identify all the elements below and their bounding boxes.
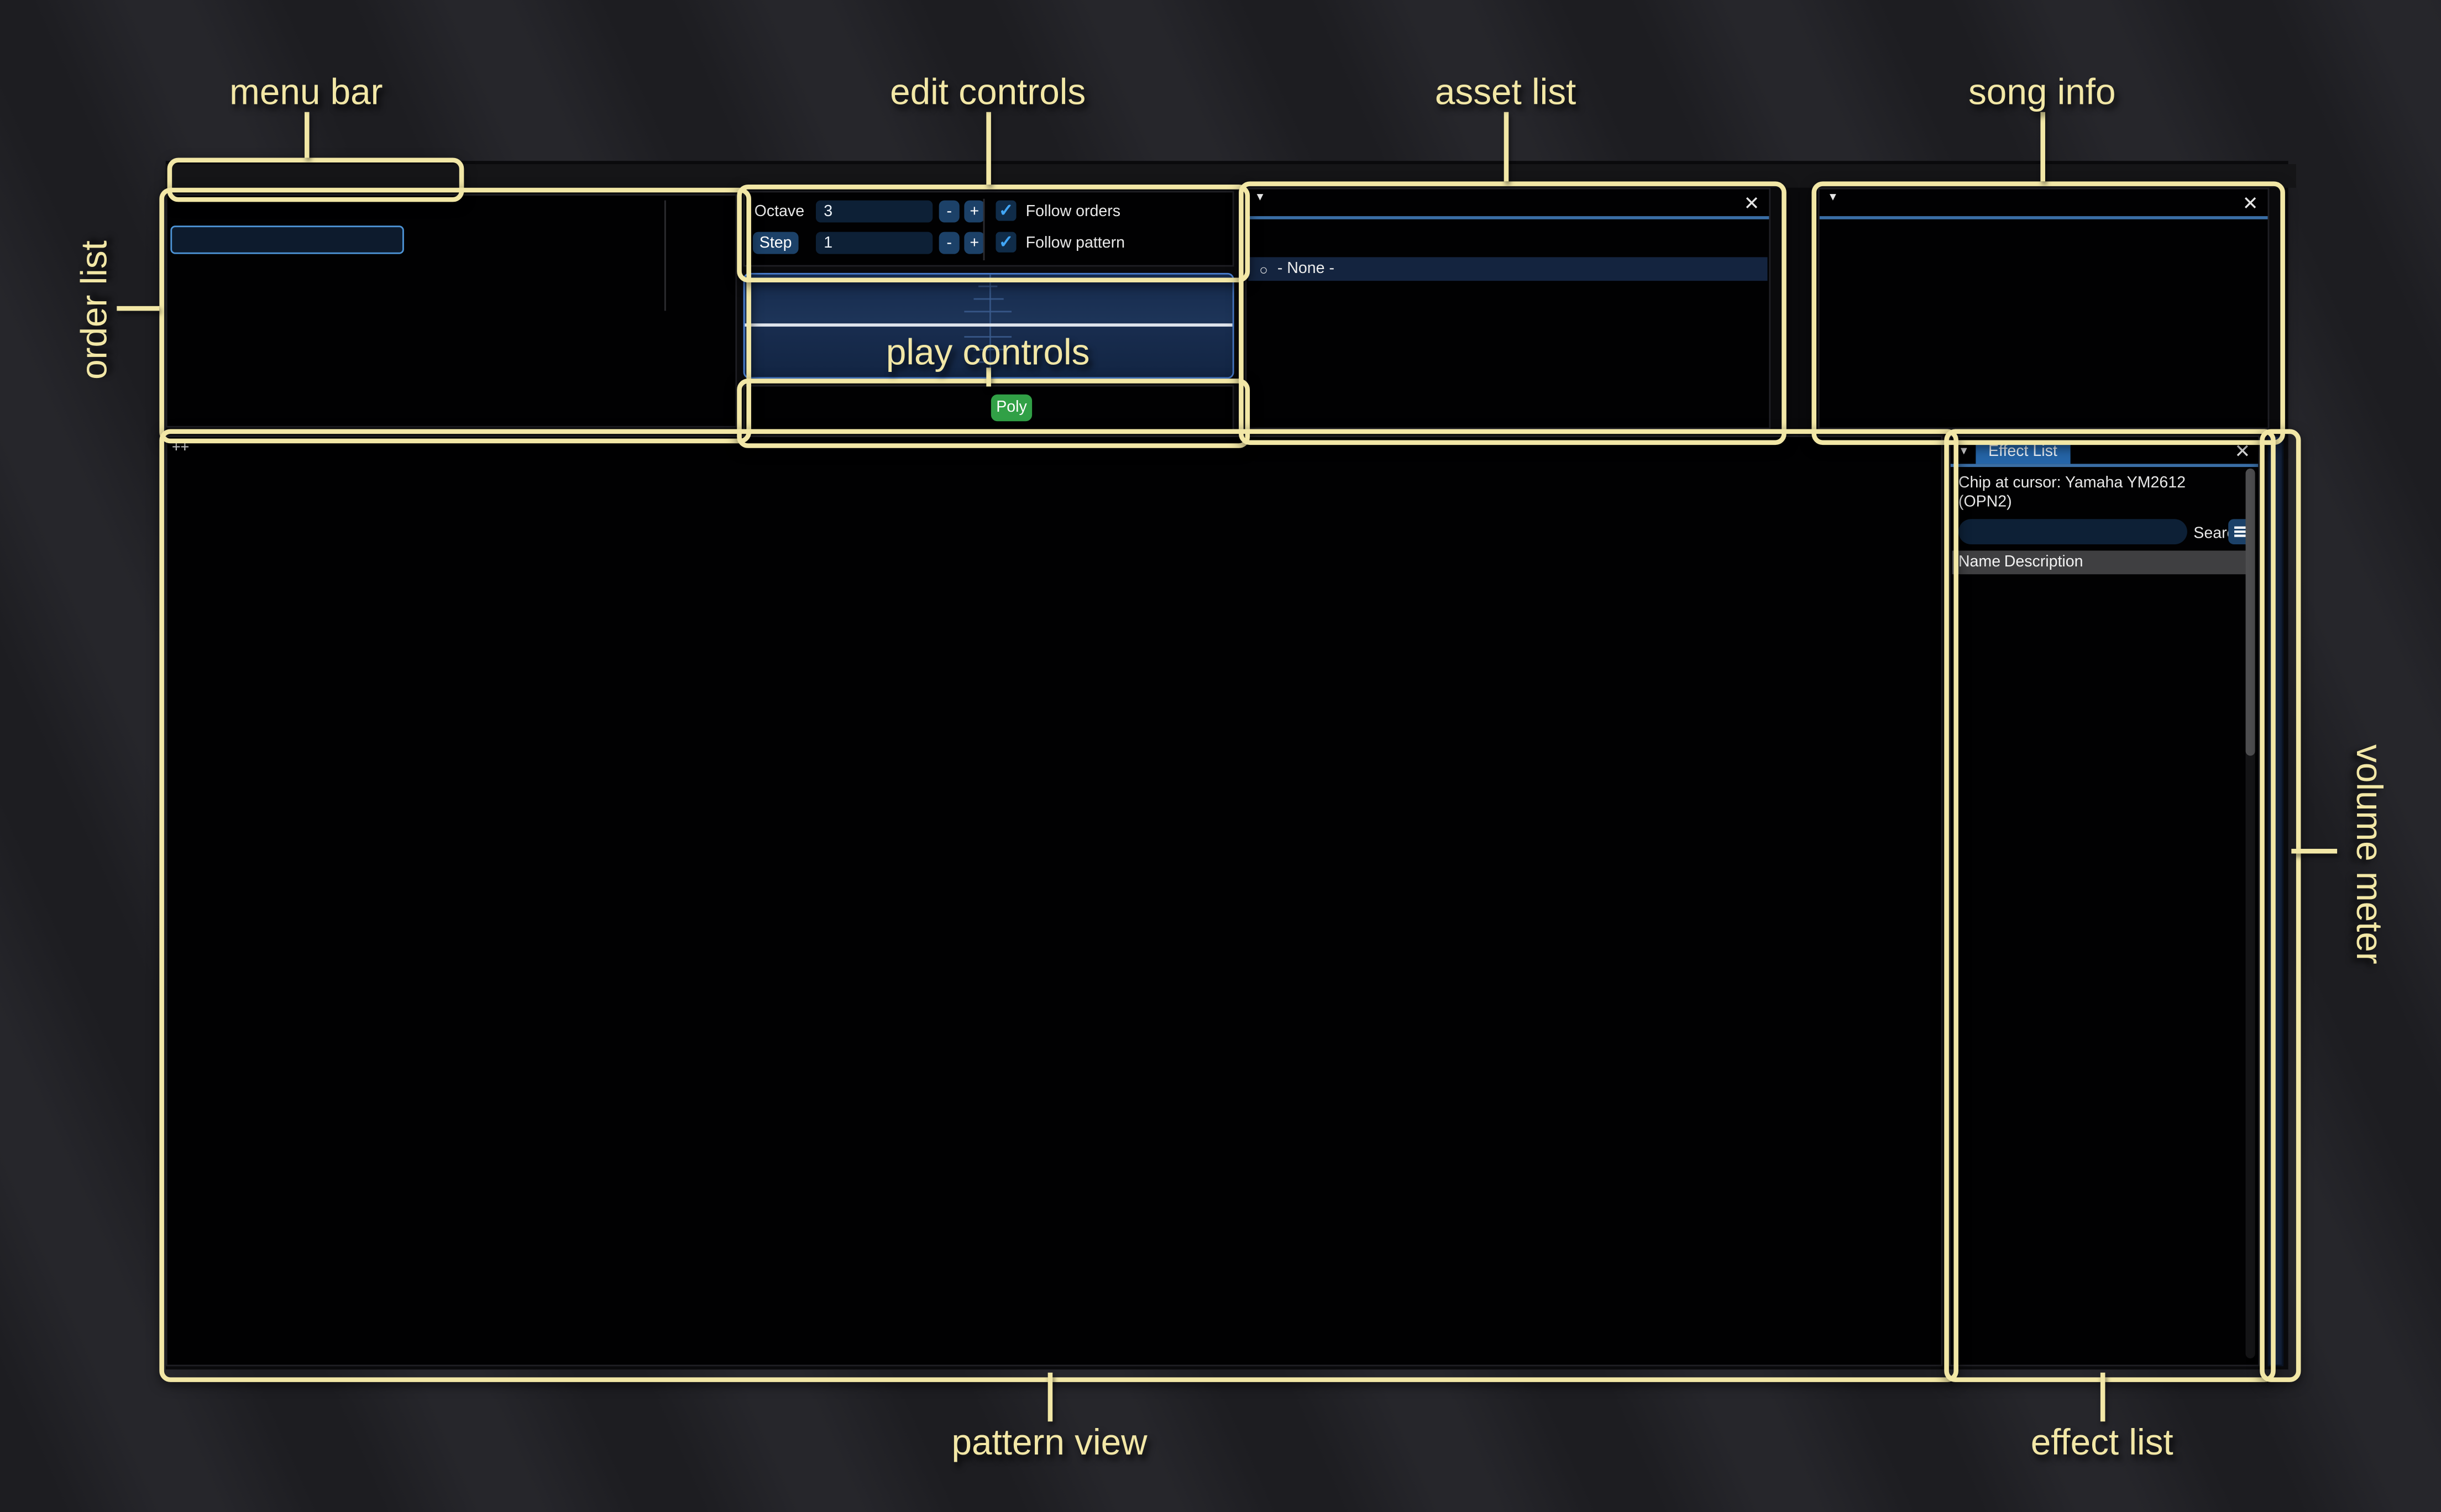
edit-controls-divider <box>983 199 985 260</box>
asset-list-window: ▼ ✕ ○ - None - <box>1245 188 1771 429</box>
effect-list-scrollbar[interactable] <box>2246 469 2255 1358</box>
annotation-line-menu-bar <box>304 112 309 158</box>
order-list-selected-row[interactable] <box>170 225 404 253</box>
asset-list-item[interactable]: ○ - None - <box>1248 257 1767 281</box>
window-menu-icon[interactable]: ▼ <box>1958 447 1969 458</box>
annotation-line-asset-list <box>1504 112 1509 182</box>
octave-decrease-button[interactable]: - <box>939 201 960 223</box>
annotation-effect-list: effect list <box>2031 1421 2173 1464</box>
order-list-divider <box>664 201 666 311</box>
check-icon: ✓ <box>999 201 1013 221</box>
close-icon[interactable]: ✕ <box>2243 196 2259 212</box>
annotation-song-info: song info <box>1968 71 2116 113</box>
step-decrease-button[interactable]: - <box>939 232 960 254</box>
step-input[interactable]: 1 <box>816 232 933 254</box>
volume-meter <box>2267 435 2283 1366</box>
order-list-window <box>166 194 737 428</box>
tabbar-line <box>1820 216 2268 219</box>
annotation-edit-controls: edit controls <box>890 71 1086 113</box>
annotation-asset-list: asset list <box>1435 71 1576 113</box>
annotation-volume-meter: volume meter <box>2348 734 2390 974</box>
window-menu-icon[interactable]: ▼ <box>1827 192 1838 203</box>
follow-pattern-label: Follow pattern <box>1026 235 1125 252</box>
step-button[interactable]: Step <box>753 232 799 254</box>
asset-list-tabbar: ▼ <box>1246 192 1272 203</box>
window-menu-icon[interactable]: ▼ <box>1255 192 1266 203</box>
annotation-line-order-list <box>117 306 159 311</box>
song-info-tabbar: ▼ <box>1820 192 1845 203</box>
annotation-pattern-view: pattern view <box>951 1421 1147 1464</box>
annotation-play-controls: play controls <box>886 332 1090 374</box>
check-icon: ✓ <box>999 232 1013 253</box>
screenshot-root: Octave 3 - + Step 1 - + ✓ Follow orders … <box>0 0 2441 1512</box>
effect-header-name: Name <box>1958 554 2000 571</box>
chip-at-cursor-line2: (OPN2) <box>1958 494 2012 511</box>
effect-list-tabbar: ▼ Effect List <box>1951 440 2073 464</box>
octave-increase-button[interactable]: + <box>964 201 984 223</box>
annotation-order-list: order list <box>74 228 116 392</box>
oscilloscope-waveform <box>745 323 1233 326</box>
tabbar-line <box>1246 216 1769 219</box>
song-info-window: ▼ ✕ <box>1818 188 2270 429</box>
follow-orders-label: Follow orders <box>1026 203 1120 221</box>
menu-bar <box>166 164 2296 188</box>
edit-controls-window: Octave 3 - + Step 1 - + ✓ Follow orders … <box>743 191 1234 266</box>
annotation-line-effect-list <box>2100 1373 2105 1422</box>
octave-label: Octave <box>755 203 804 221</box>
annotation-line-edit-controls <box>986 112 991 185</box>
octave-input[interactable]: 3 <box>816 201 933 223</box>
scrollbar-thumb[interactable] <box>2246 469 2255 756</box>
poly-button[interactable]: Poly <box>991 395 1032 422</box>
pattern-view-window: ++ <box>166 435 1943 1366</box>
asset-item-label: - None - <box>1277 260 1334 277</box>
close-icon[interactable]: ✕ <box>2234 443 2250 459</box>
annotation-line-pattern-view <box>1048 1373 1053 1422</box>
follow-orders-checkbox[interactable]: ✓ <box>996 201 1016 221</box>
annotation-menu-bar: menu bar <box>229 71 383 113</box>
tabbar-line <box>1951 464 2259 467</box>
radio-icon: ○ <box>1259 261 1268 277</box>
step-increase-button[interactable]: + <box>964 232 984 254</box>
chip-at-cursor-line1: Chip at cursor: Yamaha YM2612 <box>1958 475 2186 492</box>
effect-search-input[interactable] <box>1958 519 2187 544</box>
effect-header-desc: Description <box>2004 554 2083 571</box>
close-icon[interactable]: ✕ <box>1743 196 1759 212</box>
follow-pattern-checkbox[interactable]: ✓ <box>996 232 1016 253</box>
effect-table-header[interactable]: Name Description <box>1952 550 2249 574</box>
tab-effect-list[interactable]: Effect List <box>1976 440 2070 464</box>
pattern-corner-expand[interactable]: ++ <box>172 440 189 456</box>
effect-list-window: ▼ Effect List ✕ Chip at cursor: Yamaha Y… <box>1949 435 2260 1366</box>
annotation-line-volume-meter <box>2291 849 2337 854</box>
play-controls-window: Poly <box>743 385 1234 433</box>
annotation-line-song-info <box>2040 112 2045 182</box>
